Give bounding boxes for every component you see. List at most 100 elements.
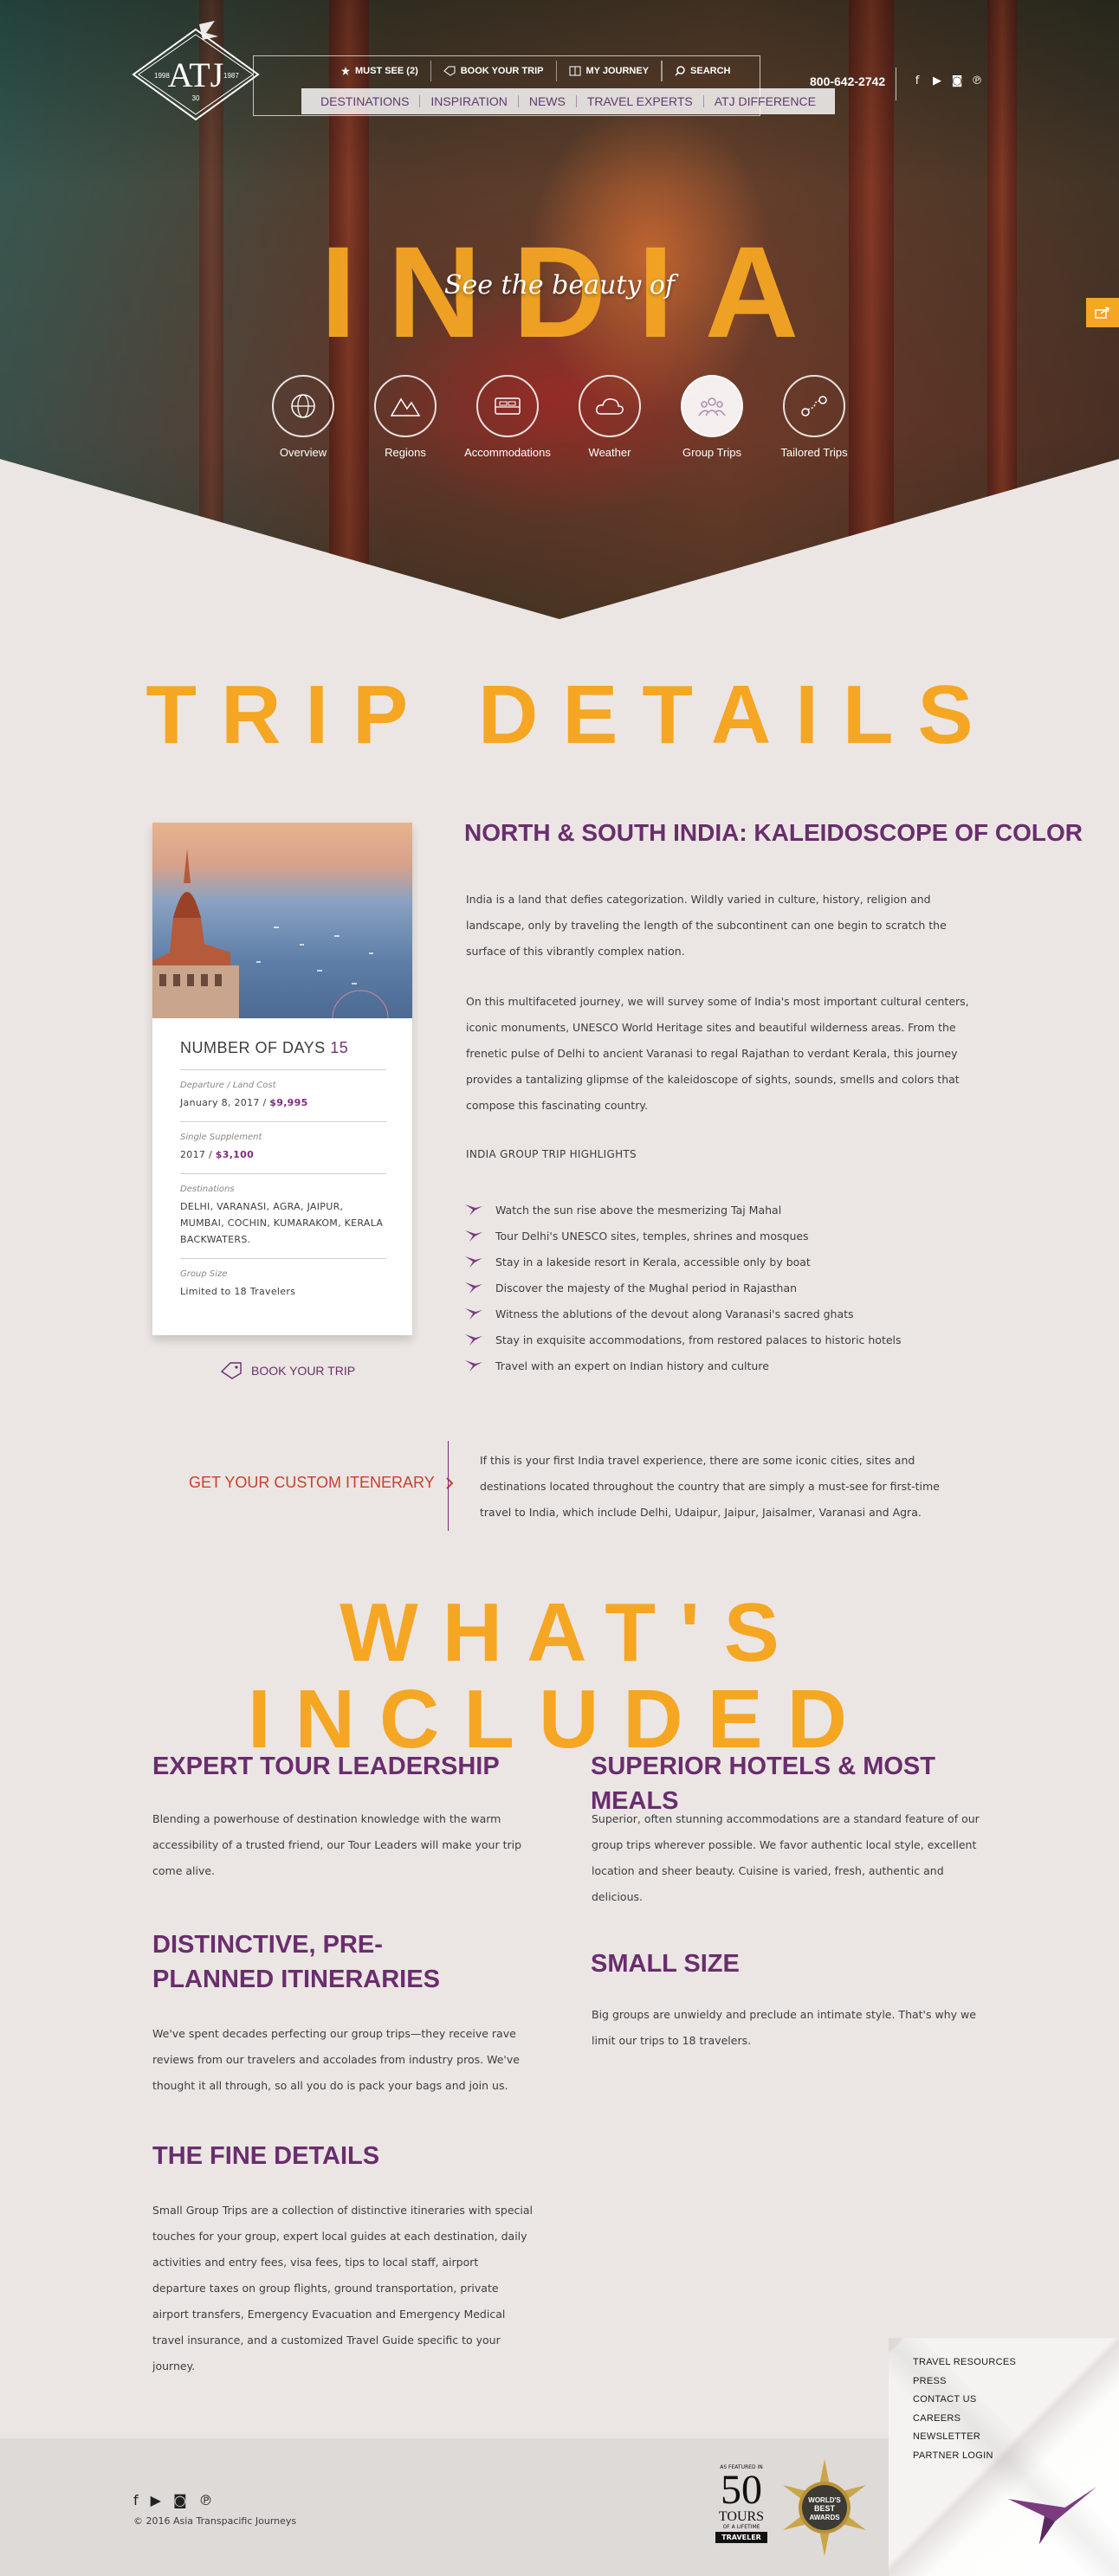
crane-icon bbox=[465, 1282, 482, 1294]
departure-label: Departure / Land Cost bbox=[180, 1081, 276, 1090]
mountains-icon bbox=[391, 397, 420, 416]
search-icon bbox=[675, 66, 685, 76]
chevron-right-icon bbox=[446, 1476, 454, 1489]
included-text-fine-details: Small Group Trips are a collection of di… bbox=[152, 2204, 534, 2373]
award-line-2: BEST bbox=[814, 2504, 836, 2513]
atj-logo[interactable]: ATJ 1998 1987 30 bbox=[132, 21, 260, 128]
logo-letters: ATJ bbox=[168, 55, 223, 94]
highlight-text: Stay in a lakeside resort in Kerala, acc… bbox=[495, 1255, 811, 1269]
crane-icon bbox=[465, 1360, 482, 1372]
departure-block: Departure / Land Cost January 8, 2017 / … bbox=[180, 1070, 386, 1122]
highlights-label: INDIA GROUP TRIP HIGHLIGHTS bbox=[466, 1148, 637, 1160]
included-title-tour-leadership: EXPERT TOUR LEADERSHIP bbox=[152, 1753, 500, 1780]
custom-itinerary-text: If this is your first India travel exper… bbox=[480, 1454, 940, 1519]
group-size-value: Limited to 18 Travelers bbox=[180, 1286, 296, 1297]
footer-link-travel-resources[interactable]: TRAVEL RESOURCES bbox=[913, 2357, 1016, 2376]
my-journey-label: MY JOURNEY bbox=[585, 66, 650, 76]
youtube-icon[interactable]: ▶ bbox=[151, 2492, 161, 2508]
book-trip-link[interactable]: BOOK YOUR TRIP bbox=[431, 61, 557, 81]
footer-link-press[interactable]: PRESS bbox=[913, 2376, 1016, 2395]
section-weather[interactable]: Weather bbox=[579, 375, 641, 459]
phone-number[interactable]: 800-642-2742 bbox=[810, 74, 885, 88]
included-title-itineraries: DISTINCTIVE, PRE-PLANNED ITINERARIES bbox=[152, 1931, 440, 1993]
search-field[interactable]: SEARCH bbox=[662, 61, 818, 81]
crane-logo-icon bbox=[1008, 2487, 1096, 2544]
logo-since: 1998 bbox=[154, 72, 170, 80]
vertical-divider bbox=[448, 1441, 449, 1531]
destination-tagline: See the beauty of bbox=[443, 270, 676, 300]
badge-number: 50 bbox=[721, 2467, 762, 2513]
list-item: Witness the ablutions of the devout alon… bbox=[464, 1301, 902, 1327]
trip-paragraph-1: India is a land that defies categorizati… bbox=[466, 893, 947, 958]
footer-link-partner-login[interactable]: PARTNER LOGIN bbox=[913, 2450, 1016, 2469]
trip-paragraph-2: On this multifaceted journey, we will su… bbox=[466, 995, 969, 1112]
list-item: Watch the sun rise above the mesmerizing… bbox=[464, 1197, 902, 1223]
footer-link-contact[interactable]: CONTACT US bbox=[913, 2394, 1016, 2413]
facebook-icon[interactable]: f bbox=[911, 74, 923, 87]
star-icon bbox=[341, 67, 350, 75]
book-icon bbox=[569, 66, 580, 76]
highlight-text: Travel with an expert on Indian history … bbox=[495, 1359, 769, 1372]
instagram-icon[interactable]: ◙ bbox=[951, 74, 963, 87]
group-icon bbox=[698, 397, 726, 416]
tag-icon bbox=[443, 66, 456, 76]
highlight-text: Stay in exquisite accommodations, from r… bbox=[495, 1333, 902, 1346]
destinations-block: Destinations DELHI, VARANASI, AGRA, JAIP… bbox=[180, 1174, 386, 1259]
share-button[interactable] bbox=[1086, 298, 1119, 327]
section-label: Group Trips bbox=[682, 446, 741, 459]
nav-destinations[interactable]: DESTINATIONS bbox=[310, 95, 421, 107]
taj-hotel-photo bbox=[152, 823, 412, 1018]
section-tailored-trips[interactable]: Tailored Trips bbox=[780, 375, 848, 459]
nav-news[interactable]: NEWS bbox=[519, 95, 577, 107]
globe-icon bbox=[291, 394, 315, 418]
badge-tours: TOURS bbox=[718, 2509, 765, 2524]
book-your-trip-button[interactable]: BOOK YOUR TRIP bbox=[220, 1361, 355, 1380]
footer-link-newsletter[interactable]: NEWSLETTER bbox=[913, 2431, 1016, 2450]
highlight-text: Tour Delhi's UNESCO sites, temples, shri… bbox=[495, 1229, 809, 1243]
section-label: Regions bbox=[385, 446, 426, 459]
section-overview[interactable]: Overview bbox=[272, 375, 334, 459]
nav-inspiration[interactable]: INSPIRATION bbox=[420, 95, 519, 107]
days-value: 15 bbox=[330, 1039, 349, 1056]
supplement-label: Single Supplement bbox=[180, 1133, 262, 1142]
list-item: Stay in exquisite accommodations, from r… bbox=[464, 1327, 902, 1353]
footer-social: f ▶ ◙ ℗ bbox=[133, 2492, 212, 2508]
departure-date: January 8, 2017 / bbox=[180, 1097, 270, 1108]
section-regions[interactable]: Regions bbox=[374, 375, 437, 459]
crane-icon bbox=[465, 1256, 482, 1268]
included-text-small-size: Big groups are unwieldy and preclude an … bbox=[592, 2008, 976, 2047]
highlight-text: Discover the majesty of the Mughal perio… bbox=[495, 1281, 798, 1294]
pinterest-icon[interactable]: ℗ bbox=[198, 2492, 212, 2508]
custom-itinerary-label: GET YOUR CUSTOM ITENERARY bbox=[189, 1474, 435, 1491]
copyright: © 2016 Asia Transpacific Journeys bbox=[133, 2515, 297, 2527]
award-line-3: AWARDS bbox=[809, 2514, 840, 2521]
instagram-icon[interactable]: ◙ bbox=[173, 2492, 187, 2508]
utility-nav: MUST SEE (2) BOOK YOUR TRIP MY JOURNEY S… bbox=[329, 61, 818, 81]
facebook-icon[interactable]: f bbox=[133, 2492, 139, 2508]
badge-publication: TRAVELER bbox=[715, 2532, 767, 2543]
worlds-best-award-badge: WORLD'S BEST AWARDS bbox=[783, 2459, 866, 2556]
nav-atj-difference[interactable]: ATJ DIFFERENCE bbox=[704, 95, 826, 107]
fifty-tours-badge: AS FEATURED IN 50 TOURS OF A LIFETIME TR… bbox=[715, 2464, 767, 2556]
section-label: Tailored Trips bbox=[780, 446, 848, 459]
youtube-icon[interactable]: ▶ bbox=[931, 74, 943, 87]
footer-link-careers[interactable]: CAREERS bbox=[913, 2413, 1016, 2432]
list-item: Tour Delhi's UNESCO sites, temples, shri… bbox=[464, 1223, 902, 1249]
section-group-trips[interactable]: Group Trips bbox=[681, 375, 743, 459]
supplement-price: $3,100 bbox=[215, 1149, 255, 1160]
supplement-year: 2017 / bbox=[180, 1149, 216, 1160]
bed-icon bbox=[495, 397, 521, 415]
badge-sub: OF A LIFETIME bbox=[722, 2524, 760, 2530]
nav-travel-experts[interactable]: TRAVEL EXPERTS bbox=[577, 95, 704, 107]
logo-years: 30 bbox=[192, 94, 200, 102]
custom-itinerary-link[interactable]: GET YOUR CUSTOM ITENERARY bbox=[189, 1474, 454, 1492]
pinterest-icon[interactable]: ℗ bbox=[971, 74, 983, 87]
header-social: f ▶ ◙ ℗ bbox=[911, 74, 983, 87]
trip-details-heading: TRIP DETAILS bbox=[146, 668, 998, 761]
must-see-link[interactable]: MUST SEE (2) bbox=[329, 61, 431, 81]
my-journey-link[interactable]: MY JOURNEY bbox=[557, 61, 663, 81]
crane-icon bbox=[465, 1204, 482, 1216]
whats-included-heading: WHAT'S INCLUDED bbox=[248, 1586, 871, 1766]
award-line-1: WORLD'S bbox=[808, 2496, 841, 2504]
section-accommodations[interactable]: Accommodations bbox=[464, 375, 551, 459]
